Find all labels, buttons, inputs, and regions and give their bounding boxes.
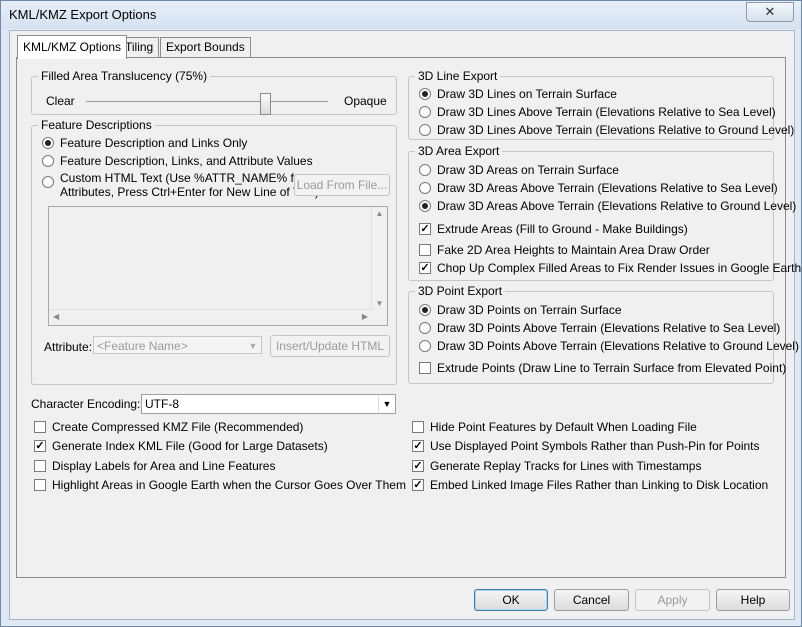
help-button[interactable]: Help (716, 589, 790, 611)
dialog-window: KML/KMZ Export Options ✕ KML/KMZ Options… (0, 0, 802, 627)
checkmark-icon: ✓ (34, 440, 46, 452)
hide-point-features-checkbox[interactable]: Hide Point Features by Default When Load… (412, 420, 697, 434)
point-option-ground-level[interactable]: Draw 3D Points Above Terrain (Elevations… (419, 339, 799, 353)
chevron-down-icon: ▼ (378, 395, 395, 413)
feature-desc-option-links-only[interactable]: Feature Description and Links Only (42, 136, 247, 150)
apply-button[interactable]: Apply (635, 589, 710, 611)
display-labels-checkbox[interactable]: Display Labels for Area and Line Feature… (34, 459, 275, 473)
checkmark-icon: ✓ (412, 440, 424, 452)
radio-icon (419, 340, 431, 352)
radio-icon (42, 137, 54, 149)
chevron-down-icon: ▼ (248, 341, 258, 351)
feature-descriptions-legend: Feature Descriptions (38, 118, 155, 132)
line-export-legend: 3D Line Export (415, 69, 501, 83)
chop-complex-areas-checkbox[interactable]: ✓ Chop Up Complex Filled Areas to Fix Ren… (419, 261, 801, 275)
feature-desc-option-custom-html[interactable]: Custom HTML Text (Use %ATTR_NAME% for At… (42, 171, 319, 199)
radio-icon (419, 164, 431, 176)
radio-icon (419, 200, 431, 212)
dialog-client-area: KML/KMZ Options Tiling Export Bounds Fil… (9, 30, 801, 620)
highlight-areas-checkbox[interactable]: Highlight Areas in Google Earth when the… (34, 478, 406, 492)
window-title: KML/KMZ Export Options (9, 7, 157, 22)
slider-left-label: Clear (46, 94, 75, 108)
radio-icon (419, 124, 431, 136)
checkmark-icon: ✓ (419, 223, 431, 235)
generate-index-kml-checkbox[interactable]: ✓ Generate Index KML File (Good for Large… (34, 439, 328, 453)
close-button[interactable]: ✕ (746, 2, 794, 22)
area-export-legend: 3D Area Export (415, 144, 503, 158)
fake-2d-heights-checkbox[interactable]: Fake 2D Area Heights to Maintain Area Dr… (419, 243, 710, 257)
radio-icon (42, 176, 54, 188)
line-export-group: 3D Line Export Draw 3D Lines on Terrain … (408, 69, 794, 140)
attribute-select[interactable]: <Feature Name> ▼ (93, 336, 262, 354)
scroll-right-icon[interactable]: ▶ (362, 312, 368, 321)
replay-tracks-checkbox[interactable]: ✓ Generate Replay Tracks for Lines with T… (412, 459, 701, 473)
title-bar: KML/KMZ Export Options ✕ (1, 1, 801, 29)
slider-right-label: Opaque (344, 94, 387, 108)
feature-desc-option-attributes[interactable]: Feature Description, Links, and Attribut… (42, 154, 313, 168)
point-option-sea-level[interactable]: Draw 3D Points Above Terrain (Elevations… (419, 321, 780, 335)
radio-icon (419, 304, 431, 316)
checkmark-icon: ✓ (419, 262, 431, 274)
point-export-group: 3D Point Export Draw 3D Points on Terrai… (408, 284, 799, 384)
checkbox-icon (419, 244, 431, 256)
checkbox-icon (419, 362, 431, 374)
radio-icon (419, 106, 431, 118)
area-option-sea-level[interactable]: Draw 3D Areas Above Terrain (Elevations … (419, 181, 778, 195)
radio-icon (419, 322, 431, 334)
point-option-terrain-surface[interactable]: Draw 3D Points on Terrain Surface (419, 303, 622, 317)
tab-kml-kmz-options[interactable]: KML/KMZ Options (17, 35, 128, 59)
tab-panel: Filled Area Translucency (75%) Clear Opa… (16, 57, 801, 578)
compressed-kmz-checkbox[interactable]: Create Compressed KMZ File (Recommended) (34, 420, 303, 434)
character-encoding-select[interactable]: UTF-8 ▼ (141, 394, 396, 414)
attribute-label: Attribute: (44, 340, 93, 354)
feature-descriptions-group: Feature Descriptions Feature Description… (31, 118, 397, 385)
custom-html-textarea[interactable]: ▲ ▼ ◀ ▶ (48, 206, 388, 326)
area-option-ground-level[interactable]: Draw 3D Areas Above Terrain (Elevations … (419, 199, 796, 213)
line-option-ground-level[interactable]: Draw 3D Lines Above Terrain (Elevations … (419, 123, 794, 137)
checkbox-icon (34, 421, 46, 433)
scroll-down-icon[interactable]: ▼ (372, 299, 387, 308)
radio-icon (419, 88, 431, 100)
radio-icon (42, 155, 54, 167)
character-encoding-label: Character Encoding: (31, 397, 141, 411)
translucency-group: Filled Area Translucency (75%) Clear Opa… (31, 69, 397, 115)
area-option-terrain-surface[interactable]: Draw 3D Areas on Terrain Surface (419, 163, 619, 177)
translucency-legend: Filled Area Translucency (75%) (38, 69, 211, 83)
embed-images-checkbox[interactable]: ✓ Embed Linked Image Files Rather than Li… (412, 478, 768, 492)
scroll-up-icon[interactable]: ▲ (372, 209, 387, 218)
line-option-terrain-surface[interactable]: Draw 3D Lines on Terrain Surface (419, 87, 617, 101)
checkmark-icon: ✓ (412, 460, 424, 472)
horizontal-scrollbar[interactable]: ◀ ▶ (49, 309, 372, 325)
extrude-points-checkbox[interactable]: Extrude Points (Draw Line to Terrain Sur… (419, 361, 786, 375)
load-from-file-button[interactable]: Load From File... (294, 174, 390, 196)
point-export-legend: 3D Point Export (415, 284, 506, 298)
scroll-left-icon[interactable]: ◀ (53, 312, 59, 321)
line-option-sea-level[interactable]: Draw 3D Lines Above Terrain (Elevations … (419, 105, 776, 119)
use-point-symbols-checkbox[interactable]: ✓ Use Displayed Point Symbols Rather than… (412, 439, 760, 453)
area-export-group: 3D Area Export Draw 3D Areas on Terrain … (408, 144, 801, 281)
slider-track[interactable] (86, 101, 328, 102)
tab-export-bounds[interactable]: Export Bounds (160, 37, 251, 57)
checkbox-icon (34, 460, 46, 472)
ok-button[interactable]: OK (474, 589, 548, 611)
extrude-areas-checkbox[interactable]: ✓ Extrude Areas (Fill to Ground - Make Bu… (419, 222, 688, 236)
checkbox-icon (412, 421, 424, 433)
checkmark-icon: ✓ (412, 479, 424, 491)
vertical-scrollbar[interactable]: ▲ ▼ (371, 207, 387, 310)
translucency-slider-thumb[interactable] (260, 93, 271, 115)
radio-icon (419, 182, 431, 194)
insert-update-html-button[interactable]: Insert/Update HTML (270, 335, 390, 357)
cancel-button[interactable]: Cancel (554, 589, 629, 611)
checkbox-icon (34, 479, 46, 491)
